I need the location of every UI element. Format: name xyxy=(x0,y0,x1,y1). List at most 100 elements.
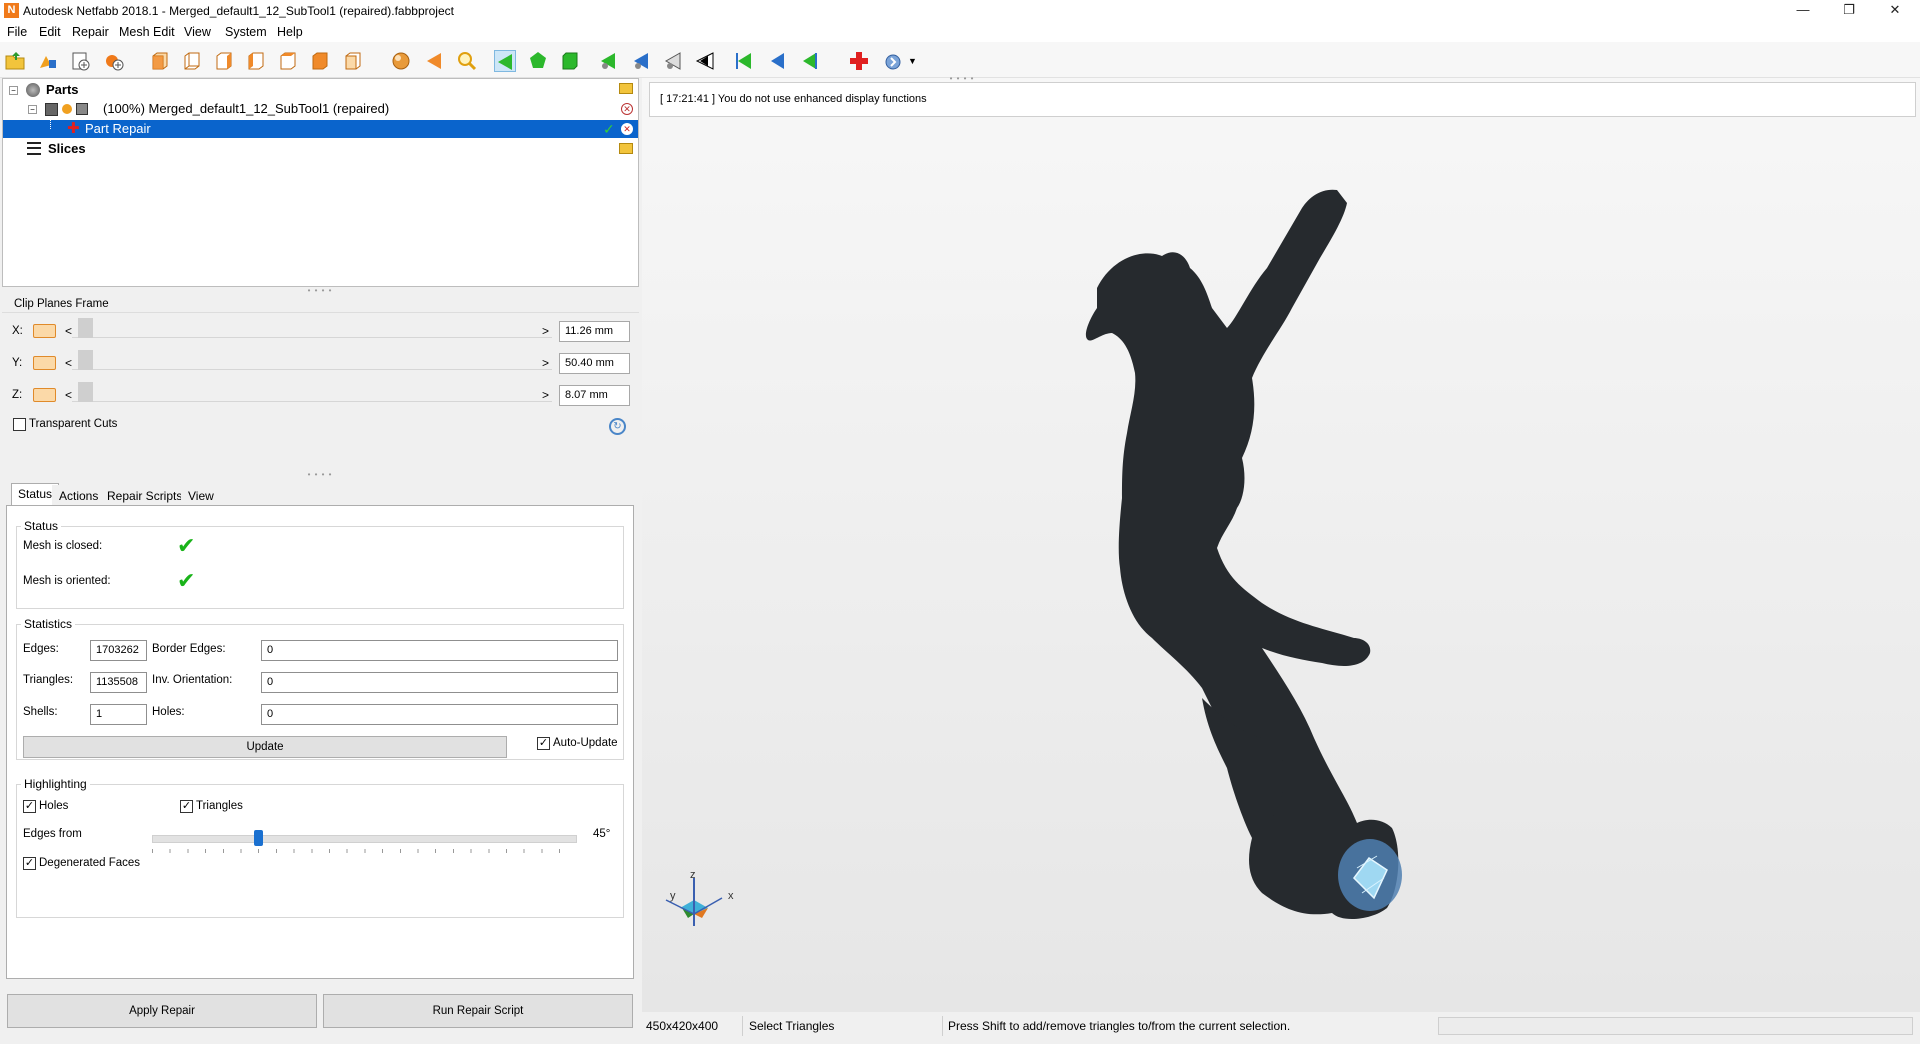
folder-icon[interactable] xyxy=(619,83,633,94)
collapse-icon[interactable]: − xyxy=(28,105,37,114)
triangles-field[interactable]: 1135508 xyxy=(90,672,147,693)
shells-field[interactable]: 1 xyxy=(90,704,147,725)
select-hole-icon[interactable] xyxy=(631,50,653,72)
axis-gizmo-icon xyxy=(665,878,723,926)
select-surface-icon[interactable] xyxy=(527,50,549,72)
select-all-icon[interactable] xyxy=(663,50,685,72)
chevron-down-icon[interactable]: ▼ xyxy=(908,56,917,66)
border-edges-field[interactable]: 0 xyxy=(261,640,618,661)
select-triangles-icon[interactable] xyxy=(494,50,516,72)
menu-help[interactable]: Help xyxy=(277,25,303,39)
close-window-button[interactable]: ✕ xyxy=(1872,0,1918,22)
menu-file[interactable]: File xyxy=(7,25,27,39)
settings-dropdown-icon[interactable] xyxy=(882,50,904,72)
degenerated-faces-checkbox[interactable]: ✓ xyxy=(23,857,36,870)
clip-y-slider[interactable] xyxy=(72,350,552,370)
view-left-icon[interactable] xyxy=(213,50,235,72)
select-edge-icon[interactable] xyxy=(598,50,620,72)
transparent-cuts-label: Transparent Cuts xyxy=(29,418,118,430)
triangles-checkbox[interactable]: ✓ xyxy=(180,800,193,813)
reset-icon[interactable]: ↻ xyxy=(609,418,626,435)
clip-x-right-arrow[interactable]: > xyxy=(542,324,549,338)
tree-row-part-repair[interactable]: ✚ Part Repair ✓ ✕ xyxy=(3,120,638,138)
menu-repair[interactable]: Repair xyxy=(72,25,109,39)
app-logo-icon: N xyxy=(4,3,19,18)
clip-z-handle[interactable] xyxy=(78,382,93,402)
clip-y-toggle[interactable] xyxy=(33,356,56,370)
zoom-icon[interactable] xyxy=(456,50,478,72)
cancel-repair-icon[interactable]: ✕ xyxy=(621,123,633,135)
view-top-icon[interactable] xyxy=(277,50,299,72)
model-silhouette xyxy=(1085,189,1399,920)
shells-label: Shells: xyxy=(23,706,58,718)
model-scene[interactable] xyxy=(642,78,1920,1012)
clip-z-toggle[interactable] xyxy=(33,388,56,402)
collapse-icon[interactable]: − xyxy=(9,86,18,95)
deselect-icon[interactable] xyxy=(694,50,716,72)
auto-update-checkbox[interactable]: ✓ xyxy=(537,737,550,750)
visibility-icon[interactable] xyxy=(62,104,72,114)
tab-view[interactable]: View xyxy=(181,485,221,505)
holes-field[interactable]: 0 xyxy=(261,704,618,725)
remove-part-icon[interactable]: ✕ xyxy=(621,103,633,115)
divider xyxy=(2,312,639,313)
edges-from-slider[interactable] xyxy=(152,835,577,843)
clip-y-value[interactable]: 50.40 mm xyxy=(559,353,630,374)
tree-row-part[interactable]: − (100%) Merged_default1_12_SubTool1 (re… xyxy=(3,100,638,118)
tab-repair-scripts[interactable]: Repair Scripts xyxy=(100,485,190,505)
sphere-icon[interactable] xyxy=(390,50,412,72)
clip-z-left-arrow[interactable]: < xyxy=(65,388,72,402)
update-button[interactable]: Update xyxy=(23,736,507,758)
select-blue-icon[interactable] xyxy=(766,50,788,72)
transparent-cuts-checkbox[interactable] xyxy=(13,418,26,431)
edges-field[interactable]: 1703262 xyxy=(90,640,147,661)
apply-check-icon[interactable]: ✓ xyxy=(603,120,615,138)
triangles-label: Triangles: xyxy=(23,674,74,686)
menu-edit[interactable]: Edit xyxy=(39,25,61,39)
folder-icon[interactable] xyxy=(619,143,633,154)
view-right-icon[interactable] xyxy=(245,50,267,72)
lock-icon[interactable] xyxy=(76,103,88,115)
minimize-button[interactable]: — xyxy=(1780,0,1826,22)
tab-actions[interactable]: Actions xyxy=(52,485,106,505)
select-shell-icon[interactable] xyxy=(559,50,581,72)
edges-from-slider-thumb[interactable] xyxy=(254,830,264,846)
clip-z-value[interactable]: 8.07 mm xyxy=(559,385,630,406)
clip-z-right-arrow[interactable]: > xyxy=(542,388,549,402)
view-back-icon[interactable] xyxy=(181,50,203,72)
clip-x-toggle[interactable] xyxy=(33,324,56,338)
open-project-icon[interactable] xyxy=(70,50,92,72)
tree-row-slices[interactable]: Slices xyxy=(3,140,638,158)
inv-orientation-field[interactable]: 0 xyxy=(261,672,618,693)
menu-view[interactable]: View xyxy=(184,25,211,39)
repair-red-cross-icon[interactable] xyxy=(848,50,870,72)
parts-icon xyxy=(26,83,40,97)
open-folder-icon[interactable] xyxy=(4,50,26,72)
clip-x-left-arrow[interactable]: < xyxy=(65,324,72,338)
clip-x-slider[interactable] xyxy=(72,318,552,338)
add-shape-icon[interactable] xyxy=(103,50,125,72)
inv-orientation-label: Inv. Orientation: xyxy=(152,674,233,686)
clip-z-slider[interactable] xyxy=(72,382,552,402)
clip-x-value[interactable]: 11.26 mm xyxy=(559,321,630,342)
tree-row-parts[interactable]: − Parts xyxy=(3,81,638,99)
menu-mesh-edit[interactable]: Mesh Edit xyxy=(119,25,175,39)
clip-y-handle[interactable] xyxy=(78,350,93,370)
run-repair-script-button[interactable]: Run Repair Script xyxy=(323,994,633,1028)
view-iso-icon[interactable] xyxy=(342,50,364,72)
3d-viewport[interactable]: z x y • • • • xyxy=(642,75,1920,1012)
clip-y-right-arrow[interactable]: > xyxy=(542,356,549,370)
select-previous-icon[interactable] xyxy=(733,50,755,72)
select-next-icon[interactable] xyxy=(798,50,820,72)
menu-system[interactable]: System xyxy=(225,25,267,39)
holes-checkbox[interactable]: ✓ xyxy=(23,800,36,813)
view-front-icon[interactable] xyxy=(149,50,171,72)
restore-button[interactable]: ❐ xyxy=(1826,0,1872,22)
rotate-icon[interactable] xyxy=(423,50,445,72)
clip-y-left-arrow[interactable]: < xyxy=(65,356,72,370)
apply-repair-button[interactable]: Apply Repair xyxy=(7,994,317,1028)
clip-x-handle[interactable] xyxy=(78,318,93,338)
splitter-handle[interactable]: • • • • xyxy=(300,471,340,479)
add-part-icon[interactable] xyxy=(37,50,59,72)
view-bottom-icon[interactable] xyxy=(309,50,331,72)
